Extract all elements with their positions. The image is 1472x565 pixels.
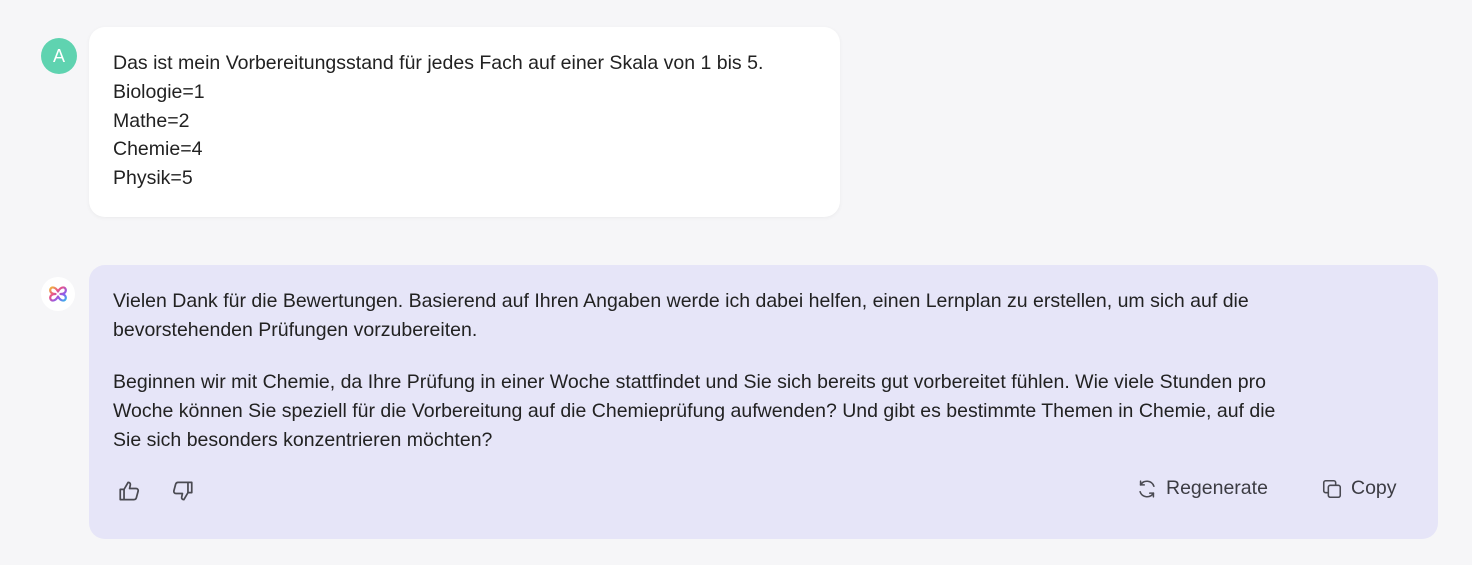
refresh-icon xyxy=(1139,479,1155,498)
user-avatar-letter: A xyxy=(52,45,65,66)
assistant-text-line: Vielen Dank für die Bewertungen. Basiere… xyxy=(113,290,1249,312)
user-avatar: A xyxy=(41,38,77,74)
thumbs-up-button[interactable] xyxy=(115,476,145,506)
copy-label: Copy xyxy=(1351,477,1397,499)
assistant-paragraph-1: Vielen Dank für die Bewertungen. Basiere… xyxy=(113,287,1414,346)
assistant-logo-icon xyxy=(41,277,75,311)
user-message-line: Chemie=4 xyxy=(113,138,203,161)
thumbs-up-icon xyxy=(119,481,140,501)
assistant-paragraph-2: Beginnen wir mit Chemie, da Ihre Prüfung… xyxy=(113,368,1414,456)
user-message-line: Biologie=1 xyxy=(113,80,205,103)
assistant-message-bubble: Vielen Dank für die Bewertungen. Basiere… xyxy=(89,265,1438,539)
thumbs-down-icon xyxy=(172,481,193,501)
copy-icon xyxy=(1322,479,1342,498)
regenerate-label: Regenerate xyxy=(1166,477,1268,499)
copy-button[interactable]: Copy xyxy=(1321,477,1397,500)
user-message-line: Das ist mein Vorbereitungsstand für jede… xyxy=(113,52,764,74)
assistant-text-line: bevorstehenden Prüfungen vorzubereiten. xyxy=(113,319,478,342)
user-message-bubble: Das ist mein Vorbereitungsstand für jede… xyxy=(89,27,840,217)
message-actions: Regenerate Copy xyxy=(89,459,1438,539)
thumbs-down-button[interactable] xyxy=(167,476,197,506)
regenerate-button[interactable]: Regenerate xyxy=(1136,477,1268,500)
assistant-text-line: Woche können Sie speziell für die Vorber… xyxy=(113,399,1276,422)
assistant-text-line: Sie sich besonders konzentrieren möchten… xyxy=(113,429,493,452)
user-message-line: Physik=5 xyxy=(113,167,193,190)
assistant-text-line: Beginnen wir mit Chemie, da Ihre Prüfung… xyxy=(113,370,1266,393)
user-message-line: Mathe=2 xyxy=(113,109,190,132)
